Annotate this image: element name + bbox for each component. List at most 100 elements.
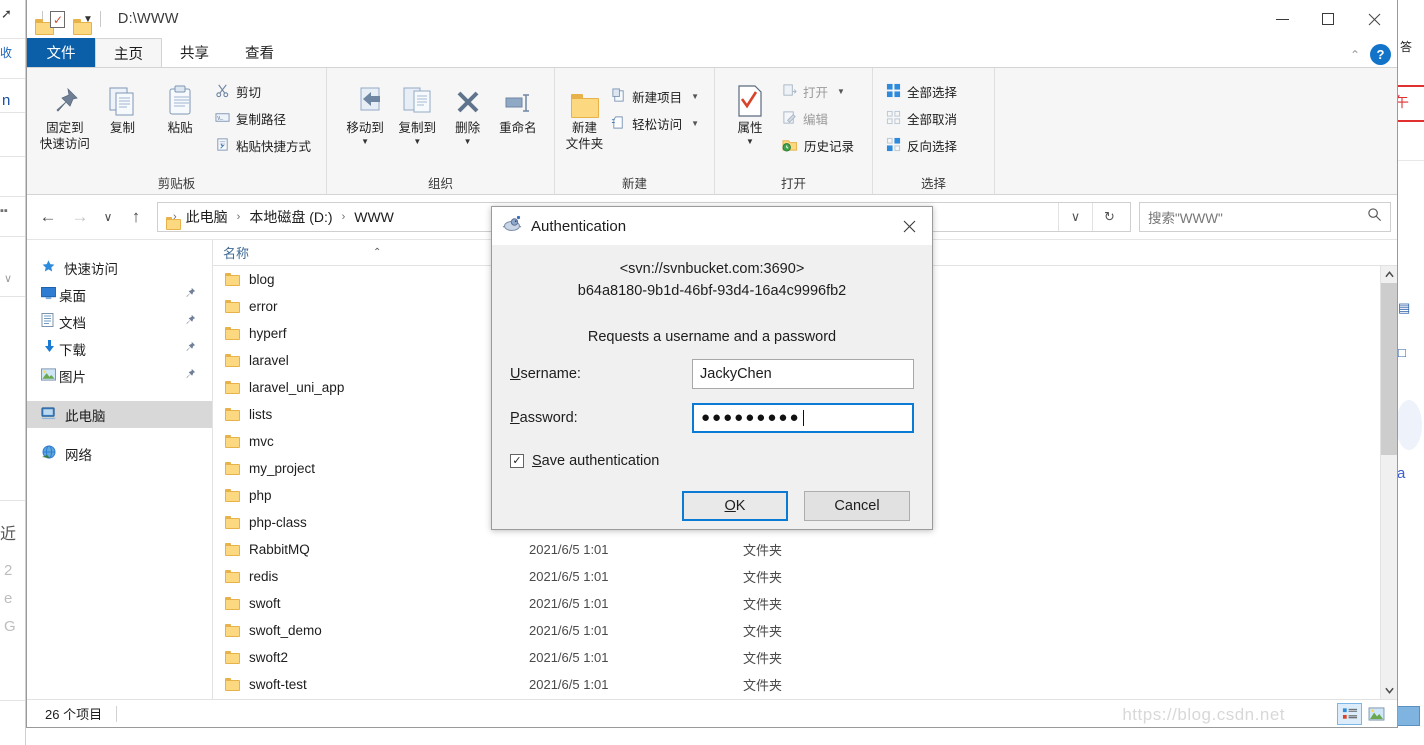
select-none-button[interactable]: 全部取消 xyxy=(881,106,962,131)
scroll-down-arrow-icon[interactable] xyxy=(1381,682,1397,699)
table-row[interactable]: swoft 2021/6/5 1:01 文件夹 xyxy=(213,590,1397,617)
new-item-button[interactable]: 新建项目 ▼ xyxy=(606,84,704,109)
ribbon-group-clipboard: 固定到 快速访问 复制 粘贴 剪切 \\.. 复制路径 粘贴快捷方式 剪贴板 xyxy=(27,68,327,194)
chevron-down-icon[interactable]: ▼ xyxy=(691,92,699,101)
back-button[interactable]: ← xyxy=(33,202,63,232)
table-row[interactable]: redis 2021/6/5 1:01 文件夹 xyxy=(213,563,1397,590)
chevron-down-icon[interactable]: ▼ xyxy=(746,137,754,146)
file-name: redis xyxy=(249,569,279,584)
folder-icon xyxy=(225,408,240,421)
sidebar-item-documents[interactable]: 文档 xyxy=(27,308,212,335)
sidebar-item-downloads[interactable]: 下载 xyxy=(27,335,212,362)
close-button[interactable] xyxy=(1351,0,1397,38)
tab-file[interactable]: 文件 xyxy=(27,38,95,67)
save-authentication-row[interactable]: ✓ Save authentication xyxy=(510,453,914,469)
help-icon[interactable]: ? xyxy=(1370,44,1391,65)
move-to-button[interactable]: 移动到 ▼ xyxy=(339,74,391,146)
username-field[interactable]: JackyChen xyxy=(692,358,914,389)
pin-icon[interactable] xyxy=(184,368,196,383)
scrollbar-thumb[interactable] xyxy=(1381,283,1397,455)
chevron-down-icon[interactable]: ▼ xyxy=(691,119,699,128)
group-label-organize: 组织 xyxy=(427,177,453,191)
breadcrumb-item-this-pc[interactable]: 此电脑 xyxy=(184,205,230,229)
save-authentication-checkbox[interactable]: ✓ xyxy=(510,453,524,468)
table-row[interactable]: swoft_demo 2021/6/5 1:01 文件夹 xyxy=(213,617,1397,644)
paste-button[interactable]: 粘贴 xyxy=(152,74,208,137)
sidebar-item-pictures[interactable]: 图片 xyxy=(27,362,212,389)
open-button[interactable]: 打开 ▼ xyxy=(777,79,859,104)
recent-locations-button[interactable]: ∨ xyxy=(97,202,119,232)
qat-properties-icon[interactable]: ✓ xyxy=(50,10,65,28)
pin-to-quick-access-button[interactable]: 固定到 快速访问 xyxy=(37,74,93,152)
file-name-cell: redis xyxy=(213,569,523,584)
folder-icon xyxy=(225,651,240,664)
background-glyph: □ xyxy=(1398,345,1406,360)
maximize-button[interactable] xyxy=(1305,0,1351,38)
cut-button[interactable]: 剪切 xyxy=(210,79,316,104)
edit-button[interactable]: 编辑 xyxy=(777,106,859,131)
password-field[interactable]: ●●●●●●●●● xyxy=(692,402,914,433)
search-box[interactable]: 搜索"WWW" xyxy=(1139,202,1391,232)
search-icon xyxy=(1367,207,1382,227)
forward-button[interactable]: → xyxy=(65,202,95,232)
tab-view[interactable]: 查看 xyxy=(227,38,292,67)
chevron-down-icon[interactable]: ▼ xyxy=(413,137,421,146)
collapse-ribbon-icon[interactable]: ⌃ xyxy=(1350,48,1360,62)
address-dropdown-button[interactable]: ∨ xyxy=(1058,203,1092,231)
up-button[interactable]: ↑ xyxy=(121,202,151,232)
dialog-close-button[interactable] xyxy=(887,207,932,245)
large-icons-view-button[interactable] xyxy=(1364,703,1389,725)
pin-icon[interactable] xyxy=(184,341,196,356)
sidebar-item-this-pc[interactable]: 此电脑 xyxy=(27,401,212,428)
scrollbar-track[interactable] xyxy=(1381,283,1397,682)
ok-button[interactable]: OK xyxy=(682,490,788,521)
chevron-down-icon[interactable]: ▼ xyxy=(361,137,369,146)
table-row[interactable]: swoft2 2021/6/5 1:01 文件夹 xyxy=(213,644,1397,671)
easy-access-button[interactable]: 轻松访问 ▼ xyxy=(606,111,704,136)
file-name: swoft-test xyxy=(249,677,307,692)
chevron-down-icon[interactable]: ▼ xyxy=(464,137,472,146)
background-glyph: n xyxy=(2,92,11,109)
column-header-name[interactable]: 名称 ⌃ xyxy=(213,243,523,262)
delete-button[interactable]: 删除 ▼ xyxy=(443,74,491,146)
file-type: 文件夹 xyxy=(743,678,783,693)
minimize-button[interactable] xyxy=(1259,0,1305,38)
chevron-down-icon[interactable]: ▼ xyxy=(837,87,845,96)
group-label-open: 打开 xyxy=(780,177,806,191)
properties-button[interactable]: 属性 ▼ xyxy=(725,74,775,146)
details-view-button[interactable] xyxy=(1337,702,1362,725)
copy-icon xyxy=(105,78,139,118)
folder-icon xyxy=(225,300,240,313)
breadcrumb-item-www[interactable]: WWW xyxy=(352,207,396,227)
select-all-button[interactable]: 全部选择 xyxy=(881,79,962,104)
pin-icon[interactable] xyxy=(184,314,196,329)
pin-icon[interactable] xyxy=(184,287,196,302)
tab-home[interactable]: 主页 xyxy=(95,38,162,67)
paste-shortcut-button[interactable]: 粘贴快捷方式 xyxy=(210,133,316,158)
file-type: 文件夹 xyxy=(743,624,783,639)
table-row[interactable]: swoft-test 2021/6/5 1:01 文件夹 xyxy=(213,671,1397,698)
new-folder-button[interactable]: 新建 文件夹 xyxy=(565,74,604,152)
copy-to-button[interactable]: 复制到 ▼ xyxy=(391,74,443,146)
sidebar-item-network[interactable]: 网络 xyxy=(27,440,212,467)
file-type: 文件夹 xyxy=(743,543,783,558)
sidebar-item-quick-access[interactable]: 快速访问 xyxy=(27,254,212,281)
refresh-button[interactable]: ↻ xyxy=(1092,203,1126,231)
search-input[interactable]: 搜索"WWW" xyxy=(1148,207,1367,227)
divider xyxy=(116,705,118,722)
sidebar-item-desktop[interactable]: 桌面 xyxy=(27,281,212,308)
copy-button[interactable]: 复制 xyxy=(95,74,151,137)
cancel-button[interactable]: Cancel xyxy=(804,490,910,521)
rename-button[interactable]: 重命名 xyxy=(492,74,544,137)
vertical-scrollbar[interactable] xyxy=(1380,266,1397,699)
history-button[interactable]: 历史记录 xyxy=(777,133,859,158)
invert-selection-button[interactable]: 反向选择 xyxy=(881,133,962,158)
table-row[interactable]: RabbitMQ 2021/6/5 1:01 文件夹 xyxy=(213,536,1397,563)
tab-share[interactable]: 共享 xyxy=(162,38,227,67)
scroll-up-arrow-icon[interactable] xyxy=(1381,266,1397,283)
history-icon xyxy=(782,137,798,155)
breadcrumb-item-local-disk-d[interactable]: 本地磁盘 (D:) xyxy=(247,205,334,229)
file-name-cell: mvc xyxy=(213,434,523,449)
sidebar-item-label: 桌面 xyxy=(59,288,86,304)
copy-path-button[interactable]: \\.. 复制路径 xyxy=(210,106,316,131)
